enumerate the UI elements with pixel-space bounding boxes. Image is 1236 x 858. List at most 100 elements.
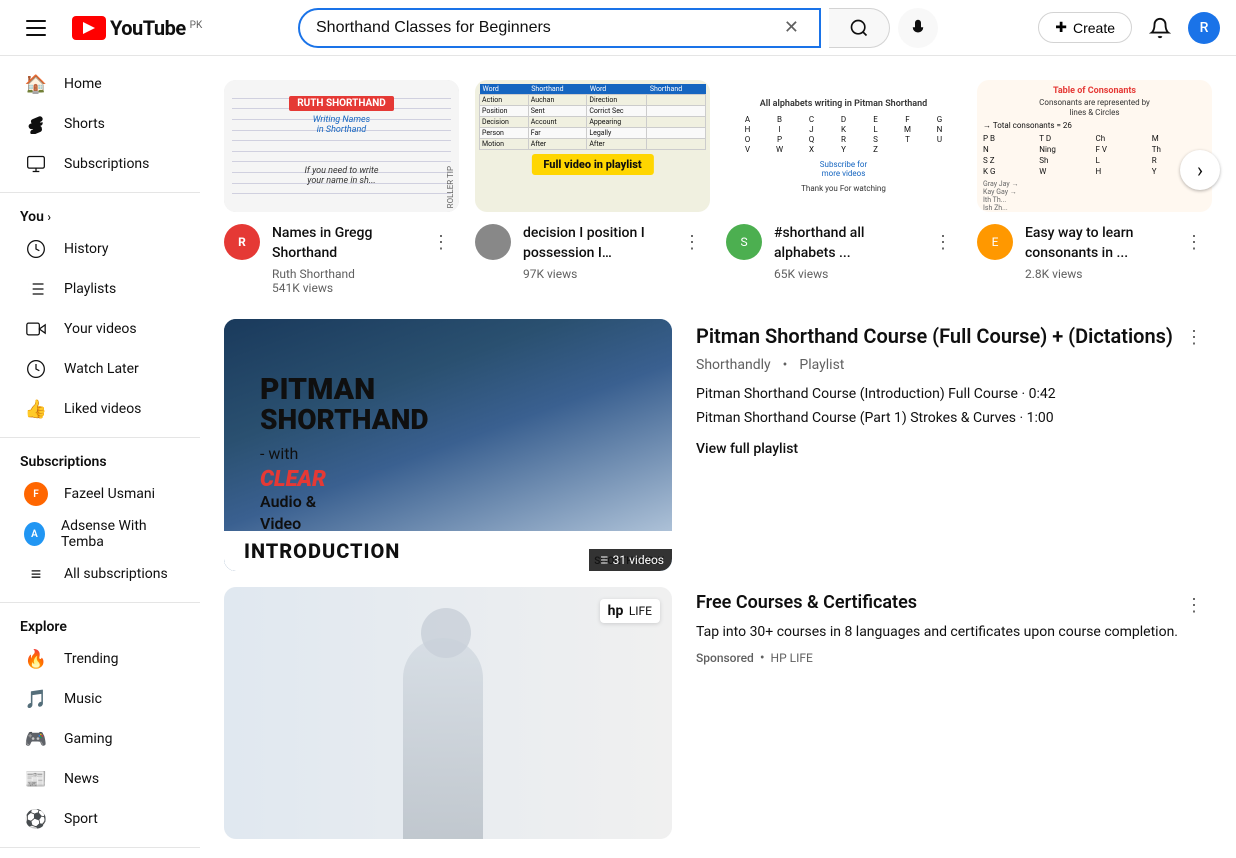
create-plus-icon: ✚ — [1055, 19, 1067, 36]
search-button[interactable] — [829, 8, 890, 48]
shorts-icon — [24, 112, 48, 136]
search-input[interactable] — [316, 19, 780, 37]
playlist-desc-1: Pitman Shorthand Course (Introduction) F… — [696, 385, 1212, 405]
sport-icon: ⚽ — [24, 807, 48, 831]
video-grid-wrapper: RUTH SHORTHAND Writing Namesin Shorthand… — [224, 80, 1212, 295]
video-thumb-2: WordShorthandWordShorthand ActionAuchanD… — [475, 80, 710, 212]
playlist-thumb-pitman: PITMAN SHORTHAND - with CLEAR Audio &Vid… — [224, 319, 672, 571]
video-card-4[interactable]: Table of Consonants Consonants are repre… — [977, 80, 1212, 295]
watch-later-icon — [24, 357, 48, 381]
sidebar-label-liked-videos: Liked videos — [64, 401, 141, 417]
sidebar-item-playlists[interactable]: Playlists — [4, 269, 196, 309]
video-channel-1: Ruth Shorthand — [272, 267, 411, 281]
hamburger-menu-button[interactable] — [16, 8, 56, 48]
sidebar-label-gaming: Gaming — [64, 731, 112, 747]
bell-icon — [1149, 17, 1171, 39]
header-right: ✚ Create R — [1020, 8, 1220, 48]
playlist-channel-row: Shorthandly • Playlist — [696, 357, 1212, 373]
explore-section-header: Explore — [0, 611, 200, 639]
notifications-button[interactable] — [1140, 8, 1180, 48]
your-videos-icon — [24, 317, 48, 341]
video-title-4: Easy way to learn consonants in ... — [1025, 224, 1164, 263]
sponsored-more-btn[interactable]: ⋮ — [1176, 587, 1212, 623]
hp-logo-text: hp — [608, 603, 624, 619]
sidebar-label-trending: Trending — [64, 651, 119, 667]
sidebar-label-your-videos: Your videos — [64, 321, 137, 337]
more-options-4[interactable]: ⋮ — [1176, 224, 1212, 260]
youtube-logo[interactable]: YouTubePK — [72, 16, 202, 40]
sidebar-label-playlists: Playlists — [64, 281, 116, 297]
video-title-3: #shorthand all alphabets ... — [774, 224, 913, 263]
video-count-badge: 31 videos — [589, 549, 672, 571]
fazeel-avatar: F — [24, 482, 48, 506]
sidebar-item-home[interactable]: 🏠 Home — [4, 64, 196, 104]
sidebar-item-your-videos[interactable]: Your videos — [4, 309, 196, 349]
layout: 🏠 Home Shorts Subscriptions You › Histor… — [0, 56, 1236, 855]
sidebar-item-fazeel[interactable]: F Fazeel Usmani — [4, 474, 196, 514]
more-options-2[interactable]: ⋮ — [674, 224, 710, 260]
video-details-4: Easy way to learn consonants in ... 2.8K… — [1025, 224, 1164, 281]
video-card-2[interactable]: WordShorthandWordShorthand ActionAuchanD… — [475, 80, 710, 295]
history-icon — [24, 237, 48, 261]
search-icon — [849, 18, 869, 38]
playlist-card-pitman[interactable]: PITMAN SHORTHAND - with CLEAR Audio &Vid… — [224, 319, 1212, 571]
sponsored-label: Sponsored — [696, 651, 754, 665]
carousel-next-button[interactable]: › — [1180, 150, 1220, 190]
playlist-desc-2: Pitman Shorthand Course (Part 1) Strokes… — [696, 409, 1212, 429]
video-info-1: R Names in Gregg Shorthand Ruth Shorthan… — [224, 224, 459, 295]
adsense-avatar: A — [24, 522, 45, 546]
divider-3 — [0, 602, 200, 603]
playlists-icon — [24, 277, 48, 301]
video-card-3[interactable]: All alphabets writing in Pitman Shorthan… — [726, 80, 961, 295]
more-options-1[interactable]: ⋮ — [423, 224, 459, 260]
sidebar-label-history: History — [64, 241, 109, 257]
sidebar-item-history[interactable]: History — [4, 229, 196, 269]
header: YouTubePK ✕ ✚ Create R — [0, 0, 1236, 56]
video-card-1[interactable]: RUTH SHORTHAND Writing Namesin Shorthand… — [224, 80, 459, 295]
search-area: ✕ — [298, 8, 938, 48]
voice-search-button[interactable] — [898, 8, 938, 48]
search-box: ✕ — [298, 8, 821, 48]
playlist-more-btn[interactable]: ⋮ — [1176, 319, 1212, 355]
sidebar-item-music[interactable]: 🎵 Music — [4, 679, 196, 719]
logo-country: PK — [190, 20, 203, 31]
sponsor-channel: HP LIFE — [771, 651, 813, 665]
sidebar-item-watch-later[interactable]: Watch Later — [4, 349, 196, 389]
sponsored-thumb-hp: hp LIFE — [224, 587, 672, 839]
video-grid: RUTH SHORTHAND Writing Namesin Shorthand… — [224, 80, 1212, 295]
sidebar-item-sport[interactable]: ⚽ Sport — [4, 799, 196, 839]
news-icon: 📰 — [24, 767, 48, 791]
sidebar-label-fazeel: Fazeel Usmani — [64, 486, 155, 502]
sidebar-item-all-subs[interactable]: ≡ All subscriptions — [4, 554, 196, 594]
video-title-1: Names in Gregg Shorthand — [272, 224, 411, 263]
view-playlist-link[interactable]: View full playlist — [696, 441, 1212, 457]
sidebar-item-trending[interactable]: 🔥 Trending — [4, 639, 196, 679]
sidebar-item-shorts[interactable]: Shorts — [4, 104, 196, 144]
sidebar-label-all-subs: All subscriptions — [64, 566, 168, 582]
sidebar-label-subscriptions: Subscriptions — [64, 156, 149, 172]
music-icon: 🎵 — [24, 687, 48, 711]
sidebar-item-subscriptions[interactable]: Subscriptions — [4, 144, 196, 184]
main-content: RUTH SHORTHAND Writing Namesin Shorthand… — [200, 56, 1236, 855]
gaming-icon: 🎮 — [24, 727, 48, 751]
divider-1 — [0, 192, 200, 193]
sponsored-card-hp[interactable]: hp LIFE Free Courses & Certificates Tap … — [224, 587, 1212, 839]
video-stats-4: 2.8K views — [1025, 267, 1164, 281]
clear-search-button[interactable]: ✕ — [780, 13, 803, 42]
sidebar-item-news[interactable]: 📰 News — [4, 759, 196, 799]
video-info-2: decision I position I possession I short… — [475, 224, 710, 281]
sidebar-item-liked-videos[interactable]: 👍 Liked videos — [4, 389, 196, 429]
sidebar-label-music: Music — [64, 691, 102, 707]
sidebar: 🏠 Home Shorts Subscriptions You › Histor… — [0, 56, 200, 858]
create-button[interactable]: ✚ Create — [1038, 12, 1132, 43]
channel-icon-2 — [475, 224, 511, 260]
more-options-3[interactable]: ⋮ — [925, 224, 961, 260]
video-title-2: decision I position I possession I short… — [523, 224, 662, 263]
video-stats-1: 541K views — [272, 281, 411, 295]
user-avatar[interactable]: R — [1188, 12, 1220, 44]
video-details-2: decision I position I possession I short… — [523, 224, 662, 281]
channel-icon-1: R — [224, 224, 260, 260]
playlist-info-pitman: Pitman Shorthand Course (Full Course) + … — [696, 319, 1212, 571]
sidebar-item-gaming[interactable]: 🎮 Gaming — [4, 719, 196, 759]
sidebar-item-adsense[interactable]: A Adsense With Temba — [4, 514, 196, 554]
